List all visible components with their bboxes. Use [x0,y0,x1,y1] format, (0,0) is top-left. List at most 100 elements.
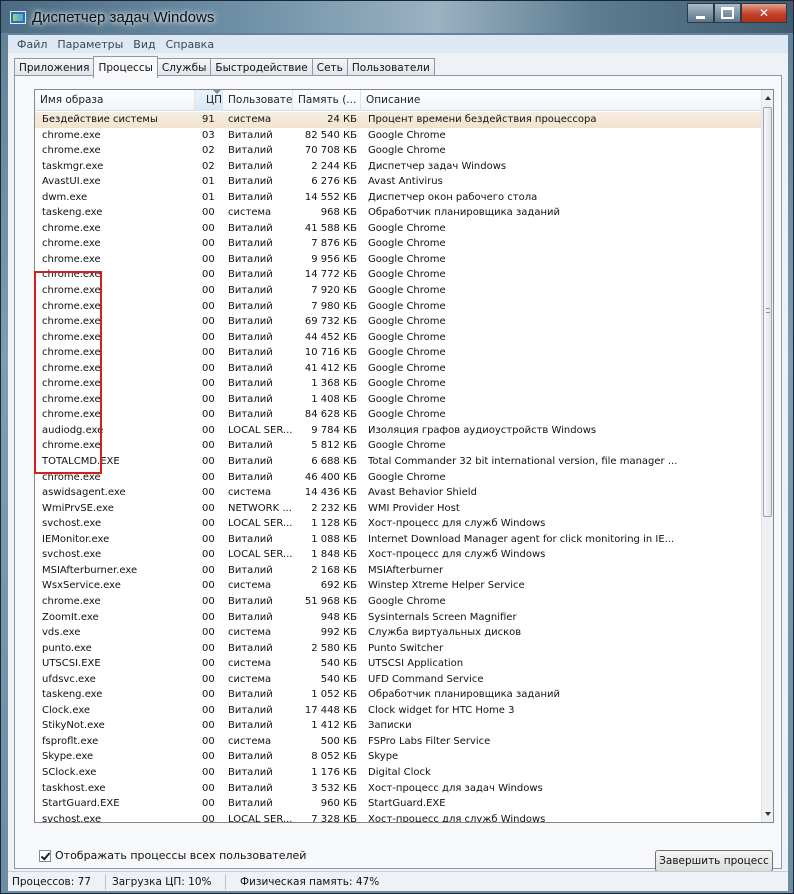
cell-image-name: dwm.exe [42,191,88,203]
cell-description: Изоляция графов аудиоустройств Windows [368,424,597,436]
minimize-button[interactable] [687,3,714,23]
menu-options[interactable]: Параметры [52,38,128,51]
cell-image-name: StartGuard.EXE [42,798,120,810]
cell-image-name: taskeng.exe [42,689,103,701]
title-bar[interactable]: Диспетчер задач Windows ✕ [1,1,793,33]
table-row[interactable]: UTSCSI.EXE 00 система 540 КБ UTSCSI Applicat… [35,656,762,672]
show-all-users-checkbox[interactable]: Отображать процессы всех пользователей [39,849,306,862]
table-row[interactable]: taskhost.exe 00 Виталий 3 532 КБ Хост-процес… [35,781,762,797]
table-row[interactable]: chrome.exe 03 Виталий 82 540 КБ Google Chrom… [35,128,762,144]
vertical-scrollbar[interactable] [761,90,773,822]
table-row[interactable]: Бездействие системы 91 система 24 КБ Процент… [35,112,762,128]
table-row[interactable]: chrome.exe 00 Виталий 69 732 КБ Google Chrom… [35,314,762,330]
cell-image-name: SClock.exe [42,766,97,778]
cell-memory: 992 КБ [320,627,357,639]
cell-memory: 84 628 КБ [304,409,357,421]
cell-user: Виталий [228,316,273,328]
table-row[interactable]: chrome.exe 00 Виталий 1 408 КБ Google Chrome [35,392,762,408]
cell-memory: 1 052 КБ [311,689,357,701]
cell-image-name: WmiPrvSE.exe [42,502,114,514]
table-row[interactable]: chrome.exe 00 Виталий 5 812 КБ Google Chrome [35,438,762,454]
maximize-button[interactable] [714,3,741,23]
table-row[interactable]: chrome.exe 00 Виталий 44 452 КБ Google Chrom… [35,330,762,346]
table-row[interactable]: chrome.exe 00 Виталий 7 920 КБ Google Chrome [35,283,762,299]
menu-help[interactable]: Справка [161,38,219,51]
column-header-description[interactable]: Описание [361,90,762,111]
table-row[interactable]: chrome.exe 00 Виталий 41 588 КБ Google Chrom… [35,221,762,237]
cell-description: Записки [368,720,412,732]
table-row[interactable]: chrome.exe 00 Виталий 84 628 КБ Google Chrom… [35,407,762,423]
table-row[interactable]: punto.exe 00 Виталий 2 580 КБ Punto Switcher [35,641,762,657]
table-row[interactable]: WmiPrvSE.exe 00 NETWORK ... 2 232 КБ WMI Pro… [35,501,762,517]
end-process-button[interactable]: Завершить процесс [655,850,773,872]
table-row[interactable]: svchost.exe 00 LOCAL SER... 1 128 КБ Хост-пр… [35,516,762,532]
cell-memory: 1 408 КБ [311,393,357,405]
cell-user: Виталий [228,222,273,234]
checkbox-checked-icon[interactable] [39,849,51,862]
cell-user: Виталий [228,176,273,188]
table-row[interactable]: taskmgr.exe 02 Виталий 2 244 КБ Диспетчер за… [35,159,762,175]
table-row[interactable]: chrome.exe 00 Виталий 7 980 КБ Google Chrome [35,299,762,315]
cell-memory: 41 588 КБ [304,222,357,234]
cell-user: Виталий [228,393,273,405]
table-row[interactable]: svchost.exe 00 LOCAL SER... 7 328 КБ Хост-пр… [35,812,762,822]
table-row[interactable]: taskeng.exe 00 система 968 КБ Обработчик пла… [35,205,762,221]
cell-memory: 1 412 КБ [311,720,357,732]
scroll-grip-icon [766,308,770,313]
table-row[interactable]: chrome.exe 00 Виталий 41 412 КБ Google Chrom… [35,361,762,377]
table-row[interactable]: StikyNot.exe 00 Виталий 1 412 КБ Записки [35,718,762,734]
cell-description: FSPro Labs Filter Service [368,735,491,747]
table-row[interactable]: ZoomIt.exe 00 Виталий 948 КБ Sysinternals Sc… [35,610,762,626]
table-row[interactable]: dwm.exe 01 Виталий 14 552 КБ Диспетчер окон … [35,190,762,206]
show-all-users-label: Отображать процессы всех пользователей [55,849,307,862]
tab-processes[interactable]: Процессы [93,56,158,78]
table-row[interactable]: SClock.exe 00 Виталий 1 176 КБ Digital Clock [35,765,762,781]
process-list[interactable]: Имя образа ЦП Пользователь Память (... О… [34,89,774,823]
table-row[interactable]: TOTALCMD.EXE 00 Виталий 6 688 КБ Total Comma… [35,454,762,470]
cell-memory: 9 784 КБ [311,424,357,436]
scroll-thumb[interactable] [763,107,772,517]
table-row[interactable]: IEMonitor.exe 00 Виталий 1 088 КБ Internet D… [35,532,762,548]
table-row[interactable]: Skype.exe 00 Виталий 8 052 КБ Skype [35,749,762,765]
cell-user: система [228,627,272,639]
table-row[interactable]: svchost.exe 00 LOCAL SER... 1 848 КБ Хост-пр… [35,547,762,563]
task-manager-icon [10,11,26,24]
cell-memory: 6 688 КБ [311,456,357,468]
column-header-image-name[interactable]: Имя образа [35,90,195,111]
table-row[interactable]: StartGuard.EXE 00 Виталий 960 КБ StartGuard.… [35,796,762,812]
menu-file[interactable]: Файл [12,38,52,51]
close-button[interactable]: ✕ [741,3,787,23]
scroll-down-icon[interactable] [765,812,771,816]
scroll-up-icon[interactable] [765,96,771,100]
cell-user: Виталий [228,611,273,623]
table-row[interactable]: chrome.exe 02 Виталий 70 708 КБ Google Chrom… [35,143,762,159]
column-header-user[interactable]: Пользователь [223,90,293,111]
table-row[interactable]: ufdsvc.exe 00 система 540 КБ UFD Command Ser… [35,672,762,688]
table-row[interactable]: chrome.exe 00 Виталий 14 772 КБ Google Chrom… [35,267,762,283]
table-row[interactable]: vds.exe 00 система 992 КБ Служба виртуальных… [35,625,762,641]
table-row[interactable]: taskeng.exe 00 Виталий 1 052 КБ Обработчик п… [35,687,762,703]
column-header-memory[interactable]: Память (... [293,90,361,111]
table-row[interactable]: Clock.exe 00 Виталий 17 448 КБ Clock widget … [35,703,762,719]
cell-user: Виталий [228,440,273,452]
cell-description: Avast Behavior Shield [368,487,477,499]
cell-image-name: chrome.exe [42,238,101,250]
column-header-cpu[interactable]: ЦП [195,90,223,111]
table-row[interactable]: MSIAfterburner.exe 00 Виталий 2 168 КБ MSIAf… [35,563,762,579]
cell-image-name: chrome.exe [42,253,101,265]
table-row[interactable]: chrome.exe 00 Виталий 46 400 КБ Google Chrom… [35,470,762,486]
table-row[interactable]: AvastUI.exe 01 Виталий 6 276 КБ Avast Antivi… [35,174,762,190]
cell-memory: 51 968 КБ [304,595,357,607]
table-row[interactable]: chrome.exe 00 Виталий 51 968 КБ Google Chrom… [35,594,762,610]
table-row[interactable]: chrome.exe 00 Виталий 7 876 КБ Google Chrome [35,236,762,252]
cell-user: Виталий [228,689,273,701]
table-row[interactable]: chrome.exe 00 Виталий 9 956 КБ Google Chrome [35,252,762,268]
table-row[interactable]: fsproflt.exe 00 система 500 КБ FSPro Labs Fi… [35,734,762,750]
menu-view[interactable]: Вид [128,38,160,51]
table-row[interactable]: chrome.exe 00 Виталий 10 716 КБ Google Chrom… [35,345,762,361]
table-row[interactable]: chrome.exe 00 Виталий 1 368 КБ Google Chrome [35,376,762,392]
table-row[interactable]: audiodg.exe 00 LOCAL SER... 9 784 КБ Изоляци… [35,423,762,439]
table-row[interactable]: aswidsagent.exe 00 система 14 436 КБ Avast B… [35,485,762,501]
table-row[interactable]: WsxService.exe 00 система 692 КБ Winstep Xtr… [35,578,762,594]
cell-memory: 1 088 КБ [311,533,357,545]
